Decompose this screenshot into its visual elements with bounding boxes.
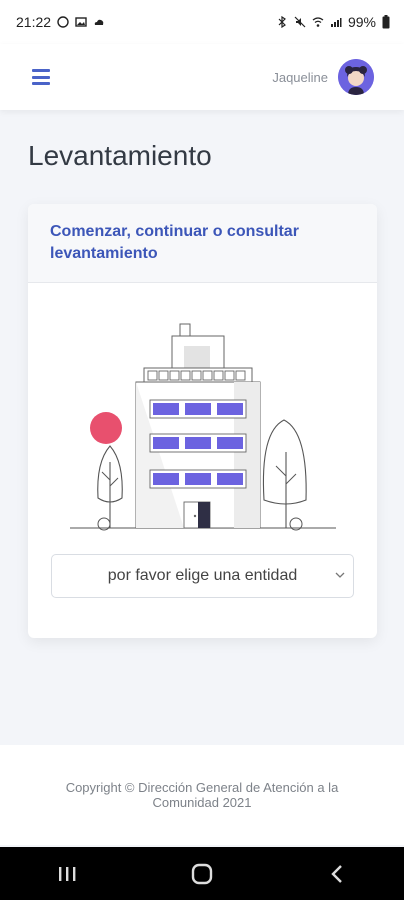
user-avatar[interactable] — [338, 59, 374, 95]
battery-percentage: 99% — [347, 14, 376, 30]
status-left: 21:22 — [16, 14, 105, 30]
avatar-icon — [338, 59, 374, 95]
bluetooth-icon — [278, 16, 286, 28]
whatsapp-icon — [57, 16, 69, 28]
footer-copyright: Copyright © Dirección General de Atenció… — [65, 780, 339, 810]
status-time: 21:22 — [16, 14, 52, 30]
card-header: Comenzar, continuar o consultar levantam… — [28, 204, 377, 283]
user-area[interactable]: Jaqueline — [272, 59, 374, 95]
app-header: Jaqueline — [0, 44, 404, 110]
signal-icon — [330, 18, 342, 27]
android-navigation-bar — [0, 847, 404, 900]
back-icon[interactable] — [317, 854, 357, 894]
status-bar: 21:22 99% — [0, 0, 404, 44]
home-icon[interactable] — [182, 854, 222, 894]
battery-icon — [382, 15, 390, 29]
recents-icon[interactable] — [47, 854, 87, 894]
card-header-title: Comenzar, continuar o consultar levantam… — [50, 223, 299, 262]
entity-select[interactable]: por favor elige una entidad — [51, 554, 354, 598]
mute-icon — [294, 16, 306, 28]
chevron-down-icon — [335, 572, 345, 578]
footer: Copyright © Dirección General de Atenció… — [0, 745, 404, 845]
wifi-icon — [312, 17, 324, 27]
status-right: 99% — [276, 14, 390, 30]
building-illustration — [70, 323, 336, 531]
page-title: Levantamiento — [28, 140, 212, 171]
user-name: Jaqueline — [272, 69, 328, 85]
entity-select-placeholder: por favor elige una entidad — [107, 567, 298, 584]
cloud-icon — [94, 19, 104, 25]
hamburger-menu-icon[interactable] — [32, 69, 50, 85]
gallery-icon — [75, 17, 87, 27]
